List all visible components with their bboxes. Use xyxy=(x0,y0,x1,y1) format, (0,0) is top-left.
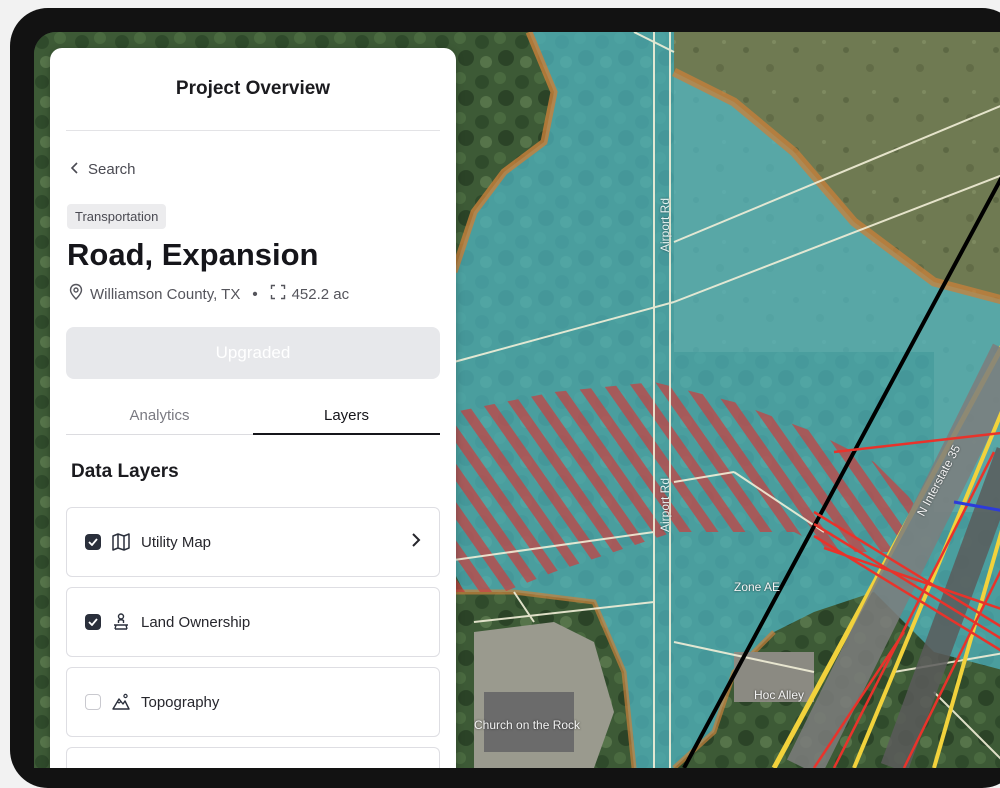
utility-map-checkbox[interactable] xyxy=(85,534,101,550)
layer-label-utility-map: Utility Map xyxy=(141,533,212,551)
project-location: Williamson County, TX xyxy=(90,285,241,303)
app-screen: Airport Rd Airport Rd N Interstate 35 Zo… xyxy=(34,32,1000,768)
project-meta: Williamson County, TX • 452.2 ac xyxy=(68,283,456,305)
map-label-hoc-alley: Hoc Alley xyxy=(754,688,805,702)
project-overview-panel: Project Overview Search Transportation R… xyxy=(50,48,456,768)
person-pin-icon xyxy=(111,612,131,632)
chevron-left-icon xyxy=(70,161,80,178)
back-to-search-link[interactable]: Search xyxy=(70,161,456,178)
meta-separator: • xyxy=(252,285,258,303)
map-label-airport-rd-south: Airport Rd xyxy=(658,477,672,532)
device-frame: Airport Rd Airport Rd N Interstate 35 Zo… xyxy=(10,8,1000,788)
location-pin-icon xyxy=(68,283,84,305)
tab-analytics[interactable]: Analytics xyxy=(66,397,253,435)
panel-title: Project Overview xyxy=(175,78,331,99)
project-name: Road, Expansion xyxy=(67,237,319,272)
category-badge: Transportation xyxy=(67,204,167,229)
map-icon xyxy=(111,532,131,552)
layer-item-utility-map[interactable]: Utility Map xyxy=(66,507,440,577)
panel-tabs: Analytics Layers xyxy=(66,397,440,435)
area-frame-icon xyxy=(270,284,286,304)
map-label-church: Church on the Rock xyxy=(474,718,581,732)
map-label-zone: Zone AE xyxy=(734,580,781,594)
layer-list: Utility Map Land Ownership Topography xyxy=(66,507,440,768)
tab-layers[interactable]: Layers xyxy=(253,397,440,435)
land-ownership-checkbox[interactable] xyxy=(85,614,101,630)
upgraded-button[interactable]: Upgraded xyxy=(66,327,440,379)
layer-label-land-ownership: Land Ownership xyxy=(141,613,251,631)
chevron-right-icon[interactable] xyxy=(411,532,421,553)
layer-label-topography: Topography xyxy=(141,693,220,711)
layer-item-topography[interactable]: Topography xyxy=(66,667,440,737)
layer-item-land-ownership[interactable]: Land Ownership xyxy=(66,587,440,657)
panel-header: Project Overview xyxy=(66,48,440,131)
mountain-icon xyxy=(111,692,131,712)
back-label: Search xyxy=(88,161,136,178)
map-label-airport-rd-north: Airport Rd xyxy=(658,197,672,252)
layer-item-partial[interactable] xyxy=(66,747,440,768)
topography-checkbox[interactable] xyxy=(85,694,101,710)
data-layers-heading: Data Layers xyxy=(71,461,179,482)
project-area: 452.2 ac xyxy=(291,285,350,303)
